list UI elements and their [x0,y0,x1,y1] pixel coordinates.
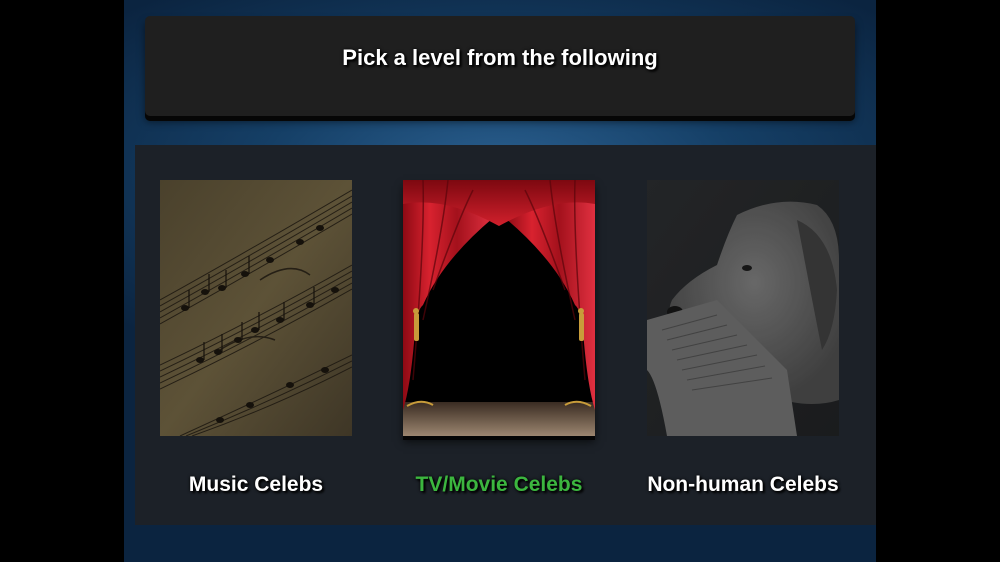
level-selection-panel: Music Celebs TV/Movie Celebs Non-human C… [135,145,876,525]
prompt-text: Pick a level from the following [342,45,658,70]
sheet-music-image [160,180,352,436]
level-card-tv-movie[interactable] [403,180,595,436]
prompt-banner: Pick a level from the following [145,16,855,116]
level-label-music[interactable]: Music Celebs [136,473,376,497]
level-card-non-human[interactable] [647,180,839,436]
dog-with-newspaper-image [647,180,839,436]
level-card-music[interactable] [160,180,352,436]
theater-curtain-image [403,180,595,436]
game-screen: Pick a level from the following Music Ce… [124,0,876,562]
level-label-tv-movie[interactable]: TV/Movie Celebs [379,473,619,497]
level-label-non-human[interactable]: Non-human Celebs [623,473,863,497]
